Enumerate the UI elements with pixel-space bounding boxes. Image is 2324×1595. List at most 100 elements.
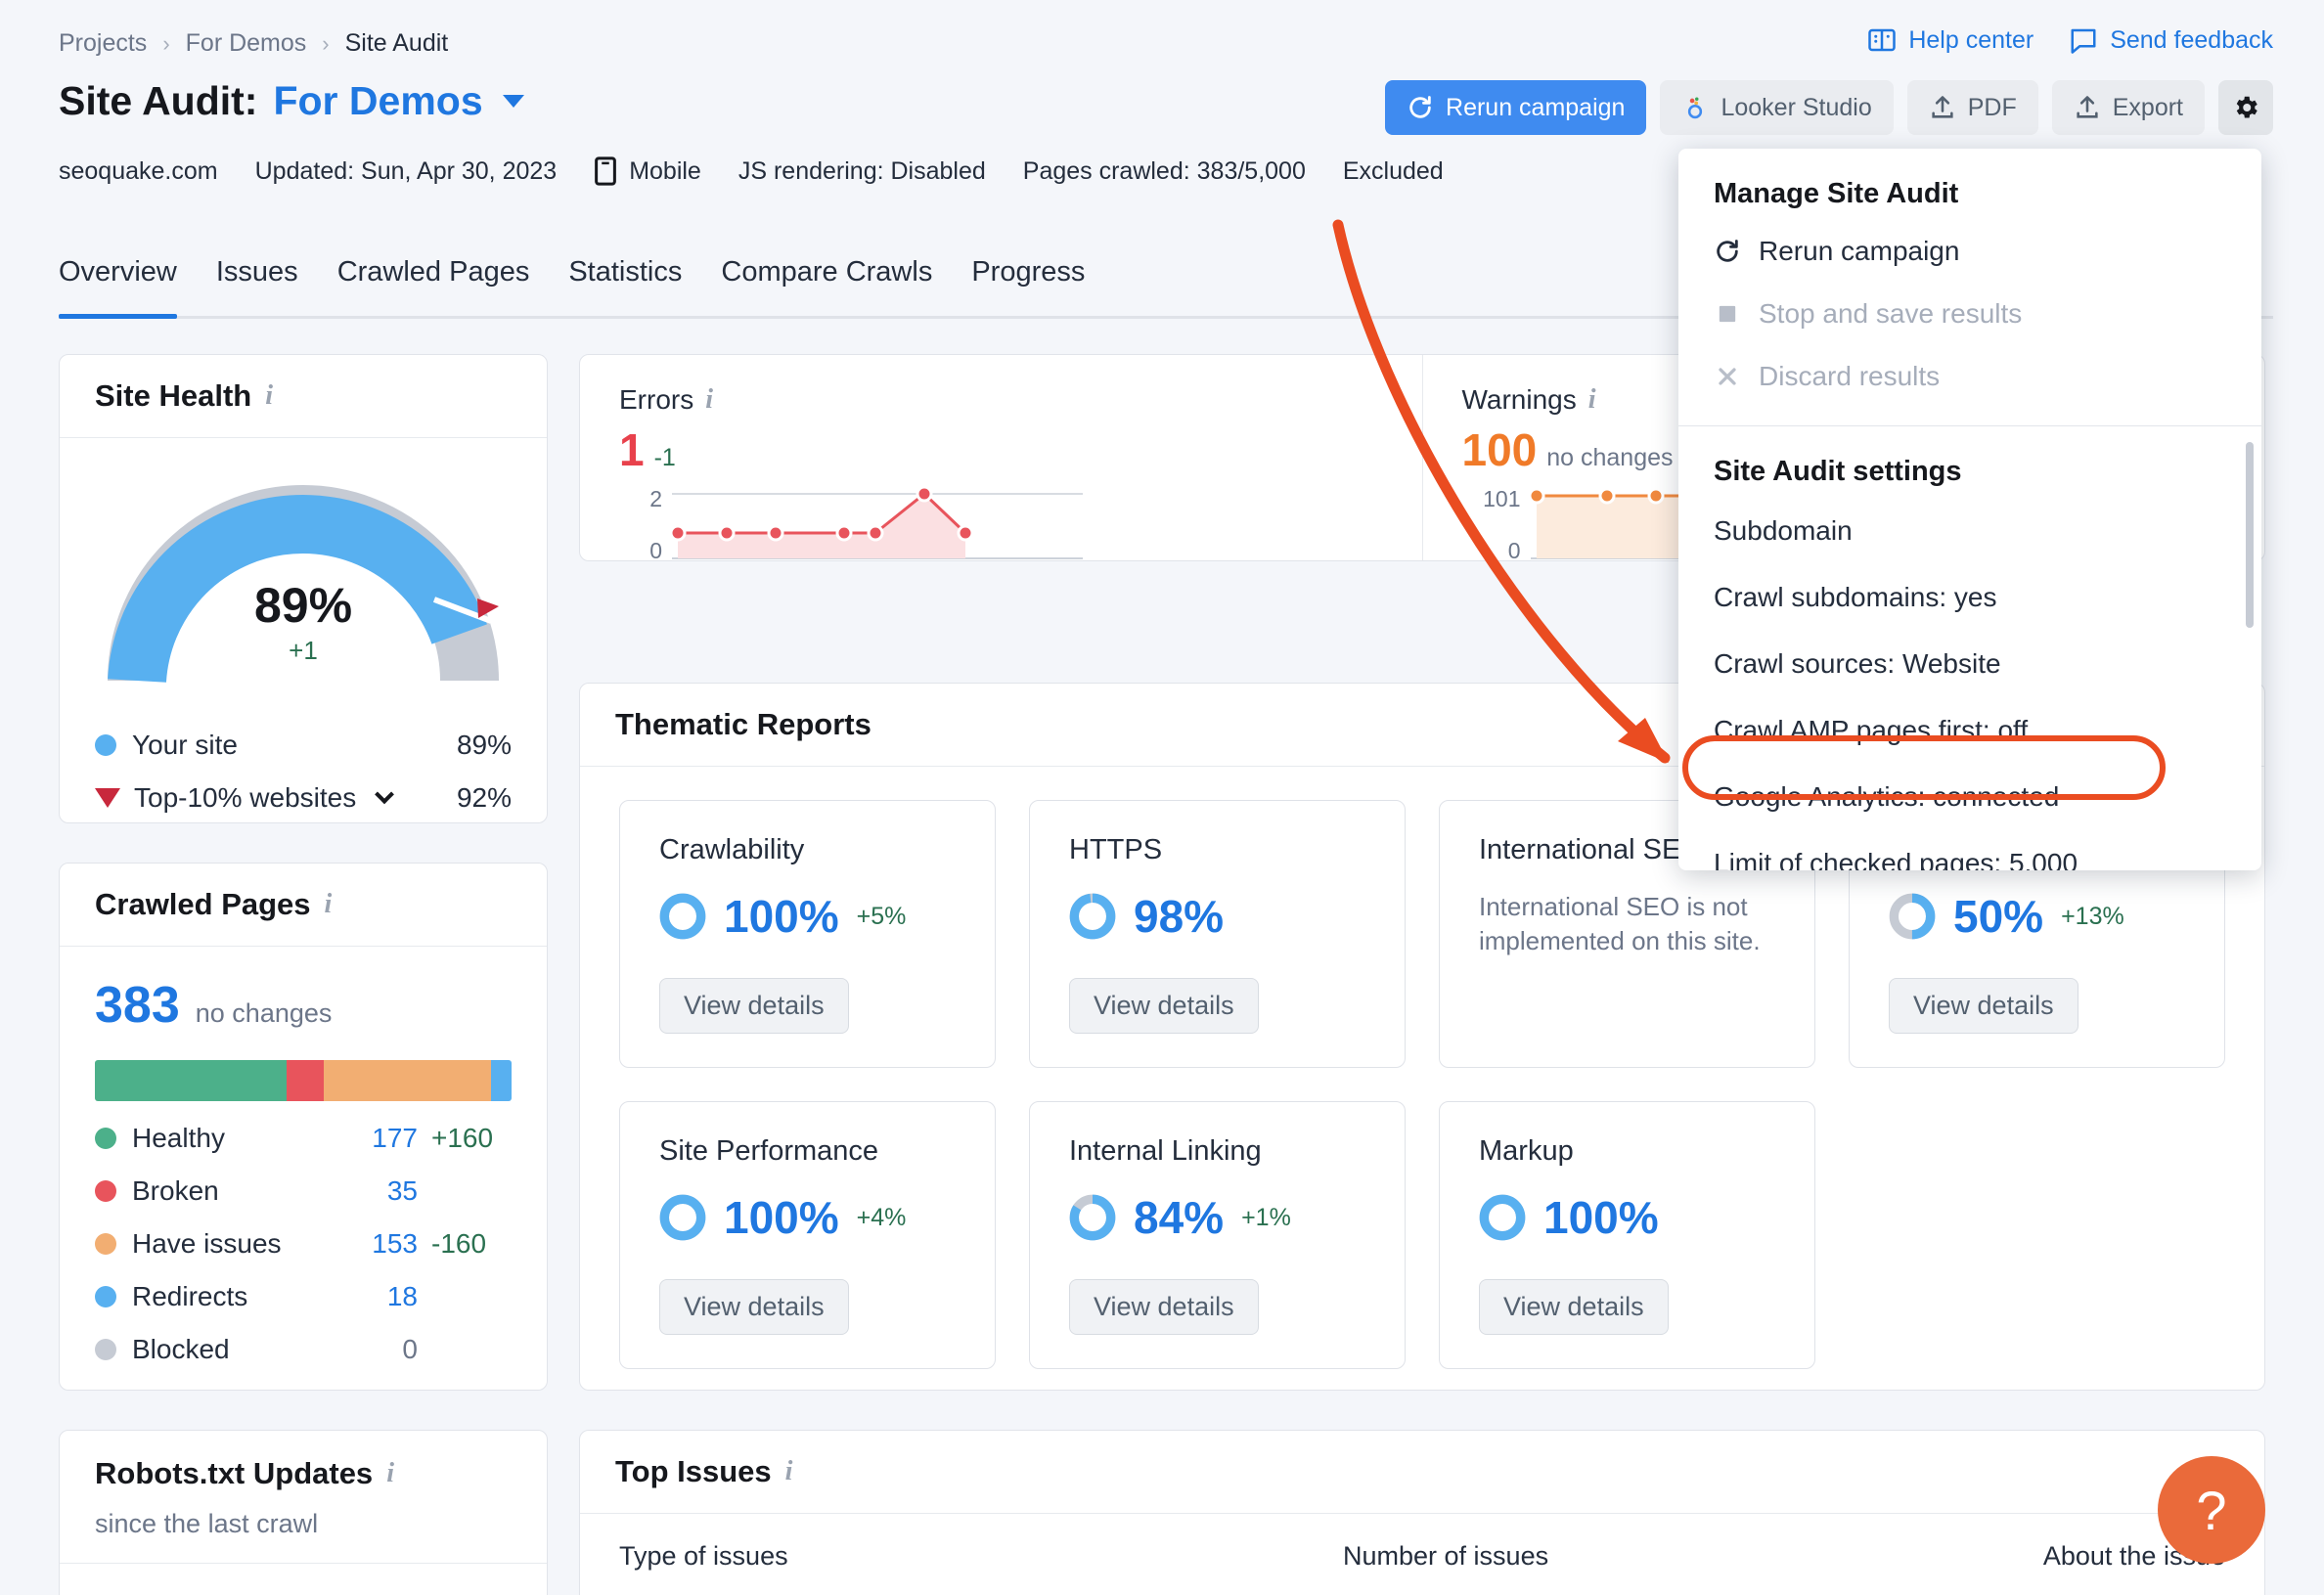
info-icon[interactable]: i [386,1458,394,1489]
crawled-label-redirects: Redirects [132,1281,248,1311]
menu-item-crawl-subdomains[interactable]: Crawl subdomains: yes [1678,564,2261,631]
info-icon[interactable]: i [705,384,713,416]
thematic-card-internal-linking[interactable]: Internal Linking 84% +1% View details [1029,1101,1406,1369]
help-center-link[interactable]: Help center [1867,25,2034,55]
errors-axis: 2 0 [619,486,672,564]
thematic-percent: 100% [724,1192,839,1243]
robots-txt-card: Robots.txt Updates i since the last craw… [59,1430,548,1595]
thematic-delta: +5% [856,902,907,930]
tab-crawled-pages[interactable]: Crawled Pages [337,256,530,302]
thematic-name: Internal Linking [1069,1135,1262,1167]
project-selector[interactable]: For Demos [273,78,482,124]
meta-domain: seoquake.com [59,156,218,185]
crawled-value-broken[interactable]: 35 [332,1175,418,1207]
legend-dot-your-site [95,734,116,756]
view-details-button[interactable]: View details [1069,1279,1259,1335]
menu-item-rerun-campaign[interactable]: Rerun campaign [1678,220,2261,283]
menu-item-crawl-sources[interactable]: Crawl sources: Website [1678,631,2261,697]
crawled-value-healthy[interactable]: 177 [332,1123,418,1154]
view-details-button[interactable]: View details [1479,1279,1669,1335]
errors-title: Errors [619,384,694,415]
menu-scrollbar[interactable] [2246,442,2254,628]
chevron-down-icon[interactable] [375,784,394,805]
thematic-delta: +13% [2061,902,2124,930]
robots-subtitle: since the last crawl [60,1491,547,1564]
breadcrumb-item-for-demos[interactable]: For Demos [186,29,307,58]
pdf-label: PDF [1967,93,2017,121]
errors-axis-top: 2 [649,486,662,511]
menu-item-subdomain-label: Subdomain [1714,515,1853,546]
crawled-pages-total-row: 383 no changes [60,947,547,1035]
info-icon[interactable]: i [265,380,273,412]
tab-issues[interactable]: Issues [216,256,298,302]
meta-updated: Updated: Sun, Apr 30, 2023 [254,156,558,185]
view-details-button[interactable]: View details [1069,978,1259,1034]
breadcrumb-item-site-audit[interactable]: Site Audit [345,29,449,58]
meta-device: Mobile [594,156,701,186]
thematic-percent: 50% [1953,891,2044,942]
crawled-pages-change: no changes [195,998,333,1028]
tab-overview[interactable]: Overview [59,256,177,319]
thematic-card-markup[interactable]: Markup 100% View details [1439,1101,1815,1369]
legend-row-top10[interactable]: Top-10% websites 92% [60,782,547,814]
legend-label-top10: Top-10% websites [134,782,457,814]
legend-value-your-site: 89% [456,730,512,760]
site-health-delta: +1 [289,636,318,665]
donut-ring-icon [659,893,706,940]
question-mark-icon: ? [2196,1479,2227,1541]
export-button[interactable]: Export [2051,80,2205,135]
menu-item-crawl-amp[interactable]: Crawl AMP pages first: off [1678,697,2261,764]
top-issues-card: Top Issues i Type of issues Number of is… [579,1430,2265,1595]
thematic-score-row: 84% +1% [1069,1191,1365,1244]
tab-compare-crawls[interactable]: Compare Crawls [721,256,932,302]
manage-site-audit-menu: Manage Site Audit Rerun campaign Stop an… [1678,149,2261,870]
view-details-button[interactable]: View details [1889,978,2078,1034]
menu-item-google-analytics[interactable]: Google Analytics: connected [1678,764,2261,830]
thematic-percent: 84% [1134,1192,1225,1243]
tab-statistics[interactable]: Statistics [568,256,682,302]
menu-item-subdomain[interactable]: Subdomain [1678,498,2261,564]
pdf-button[interactable]: PDF [1906,80,2038,135]
thematic-card-crawlability[interactable]: Crawlability 100% +5% View details [619,800,996,1068]
meta-excluded: Excluded [1342,156,1444,185]
thematic-card-site-performance[interactable]: Site Performance 100% +4% View details [619,1101,996,1369]
looker-studio-button[interactable]: Looker Studio [1660,80,1894,135]
info-icon[interactable]: i [1588,384,1596,416]
view-details-button[interactable]: View details [659,1279,849,1335]
legend-row-your-site: Your site 89% [60,730,547,761]
info-icon[interactable]: i [325,889,333,920]
thematic-percent: 100% [724,891,839,942]
status-dot-blocked [95,1339,116,1360]
page-toolbar: Rerun campaign Looker Studio PDF Export [1385,80,2273,135]
meta-device-label: Mobile [629,156,701,185]
robots-header: Robots.txt Updates i [60,1431,547,1491]
menu-item-limit-checked-pages-label: Limit of checked pages: 5,000 [1714,848,2078,870]
breadcrumb-separator-icon: › [322,30,330,56]
crawled-value-have-issues[interactable]: 153 [332,1228,418,1260]
send-feedback-link[interactable]: Send feedback [2069,25,2273,55]
info-icon[interactable]: i [785,1456,793,1487]
rerun-campaign-button[interactable]: Rerun campaign [1385,80,1647,135]
breadcrumb-item-projects[interactable]: Projects [59,29,147,58]
gear-icon [2236,96,2257,118]
thematic-card-https[interactable]: HTTPS 98% View details [1029,800,1406,1068]
thematic-percent: 98% [1134,891,1225,942]
tab-progress[interactable]: Progress [971,256,1085,302]
thematic-score-row: 98% [1069,890,1365,943]
settings-gear-button[interactable] [2218,80,2273,135]
thematic-score-row: 100% +5% [659,890,956,943]
thematic-delta: +4% [856,1203,907,1231]
chevron-down-icon[interactable] [502,95,524,108]
crawled-row-blocked: Blocked 0 [60,1334,547,1365]
top-issues-table-header: Type of issues Number of issues About th… [580,1514,2264,1572]
view-details-button[interactable]: View details [659,978,849,1034]
bar-segment-have-issues [324,1060,491,1101]
help-floating-button[interactable]: ? [2158,1456,2265,1564]
crawled-value-redirects[interactable]: 18 [332,1281,418,1312]
crawled-label-have-issues: Have issues [132,1228,282,1259]
crawled-delta-have-issues: -160 [431,1228,487,1259]
speech-bubble-icon [2071,28,2096,54]
send-feedback-label: Send feedback [2110,25,2273,54]
menu-item-limit-checked-pages[interactable]: Limit of checked pages: 5,000 [1678,830,2261,870]
refresh-icon [1409,96,1431,118]
